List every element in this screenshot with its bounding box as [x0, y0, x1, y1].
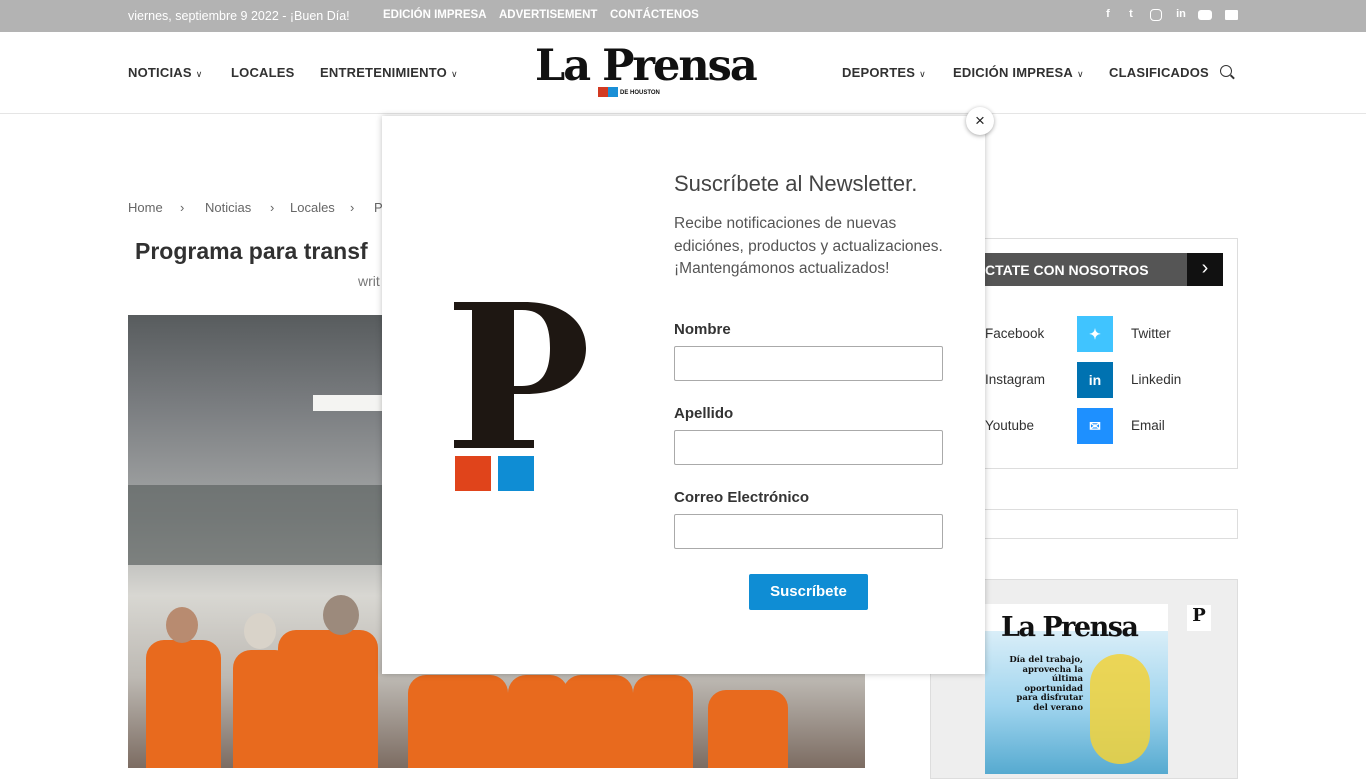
nav-label: ENTRETENIMIENTO: [320, 65, 447, 80]
modal-description: Recibe notificaciones de nuevas edicióne…: [674, 215, 943, 277]
nav-deportes[interactable]: DEPORTES ∨: [842, 65, 926, 80]
chevron-down-icon: ∨: [195, 69, 203, 79]
person-head: [323, 595, 359, 635]
top-bar: viernes, septiembre 9 2022 - ¡Buen Día! …: [0, 0, 1366, 32]
linkedin-icon[interactable]: in: [1077, 362, 1113, 398]
nav-entretenimiento[interactable]: ENTRETENIMIENTO ∨: [320, 65, 458, 80]
nombre-label: Nombre: [674, 321, 731, 338]
instagram-icon[interactable]: [1150, 9, 1162, 21]
chevron-down-icon: ∨: [1077, 69, 1084, 79]
breadcrumb-separator: ›: [350, 200, 355, 215]
nav-label: DEPORTES: [842, 65, 916, 80]
person-head: [166, 607, 198, 643]
social-instagram[interactable]: Instagram: [985, 372, 1045, 387]
correo-label: Correo Electrónico: [674, 489, 810, 506]
print-edition-cover[interactable]: La Prensa Día del trabajo, aprovecha la …: [985, 604, 1168, 774]
email-icon[interactable]: [1225, 10, 1238, 20]
social-email[interactable]: Email: [1131, 418, 1165, 433]
article-byline: writ: [358, 273, 380, 289]
topbar-link-advertisement[interactable]: ADVERTISEMENT: [499, 9, 597, 21]
person: [633, 675, 693, 768]
breadcrumb-separator: ›: [270, 200, 275, 215]
article-title: Programa para transf: [135, 238, 368, 264]
search-icon[interactable]: [1220, 65, 1232, 77]
nav-label: EDICIÓN IMPRESA: [953, 65, 1074, 80]
topbar-link-contactenos[interactable]: CONTÁCTENOS: [610, 9, 699, 21]
person: [563, 675, 633, 768]
cover-headline: Día del trabajo, aprovecha la última opo…: [1009, 655, 1083, 713]
twitter-icon[interactable]: t: [1124, 8, 1138, 22]
apellido-label: Apellido: [674, 405, 734, 422]
logo-text: La Prensa: [535, 41, 758, 91]
subscribe-button[interactable]: Suscríbete: [749, 574, 868, 610]
logo-square-red: [598, 87, 608, 97]
breadcrumb-locales[interactable]: Locales: [290, 200, 335, 215]
person-head: [244, 613, 276, 649]
chevron-right-icon[interactable]: ›: [1187, 253, 1223, 286]
logo-square-blue: [608, 87, 618, 97]
brand-square-red: [455, 456, 491, 491]
logo-subtitle: DE HOUSTON: [620, 90, 660, 96]
cover-logo: La Prensa: [1001, 612, 1139, 643]
person: [708, 690, 788, 768]
cover-photo: [1090, 654, 1150, 764]
social-twitter[interactable]: Twitter: [1131, 326, 1171, 341]
person: [146, 640, 221, 768]
breadcrumb-home[interactable]: Home: [128, 200, 163, 215]
modal-title: Suscríbete al Newsletter.: [674, 171, 918, 196]
nav-noticias[interactable]: NOTICIAS ∨: [128, 65, 203, 80]
person: [278, 630, 378, 768]
la-prensa-p-logo: [454, 302, 586, 448]
person: [408, 675, 508, 768]
social-facebook[interactable]: Facebook: [985, 326, 1044, 341]
topbar-link-edicion-impresa[interactable]: EDICIÓN IMPRESA: [383, 9, 487, 21]
person: [508, 675, 568, 768]
twitter-icon[interactable]: ✦: [1077, 316, 1113, 352]
site-header: NOTICIAS ∨ LOCALES ENTRETENIMIENTO ∨ La Pr…: [0, 32, 1366, 114]
chevron-down-icon: ∨: [451, 69, 458, 79]
chevron-down-icon: ∨: [919, 69, 926, 79]
ceiling-light: [313, 395, 383, 411]
breadcrumb-noticias[interactable]: Noticias: [205, 200, 251, 215]
social-youtube[interactable]: Youtube: [985, 418, 1034, 433]
date-greeting: viernes, septiembre 9 2022 - ¡Buen Día!: [128, 9, 350, 23]
nav-locales[interactable]: LOCALES: [231, 65, 295, 80]
close-icon[interactable]: ×: [966, 107, 994, 135]
nombre-input[interactable]: [674, 346, 943, 381]
breadcrumb-separator: ›: [180, 200, 185, 215]
youtube-icon[interactable]: [1198, 10, 1212, 20]
email-icon[interactable]: ✉: [1077, 408, 1113, 444]
nav-label: NOTICIAS: [128, 65, 192, 80]
brand-square-blue: [498, 456, 534, 491]
linkedin-icon[interactable]: in: [1174, 8, 1188, 22]
social-linkedin[interactable]: Linkedin: [1131, 372, 1181, 387]
nav-clasificados[interactable]: CLASIFICADOS: [1109, 65, 1209, 80]
apellido-input[interactable]: [674, 430, 943, 465]
la-prensa-thumbnail[interactable]: P: [1187, 605, 1211, 631]
correo-input[interactable]: [674, 514, 943, 549]
facebook-icon[interactable]: f: [1101, 8, 1115, 22]
nav-edicion-impresa[interactable]: EDICIÓN IMPRESA ∨: [953, 65, 1084, 80]
